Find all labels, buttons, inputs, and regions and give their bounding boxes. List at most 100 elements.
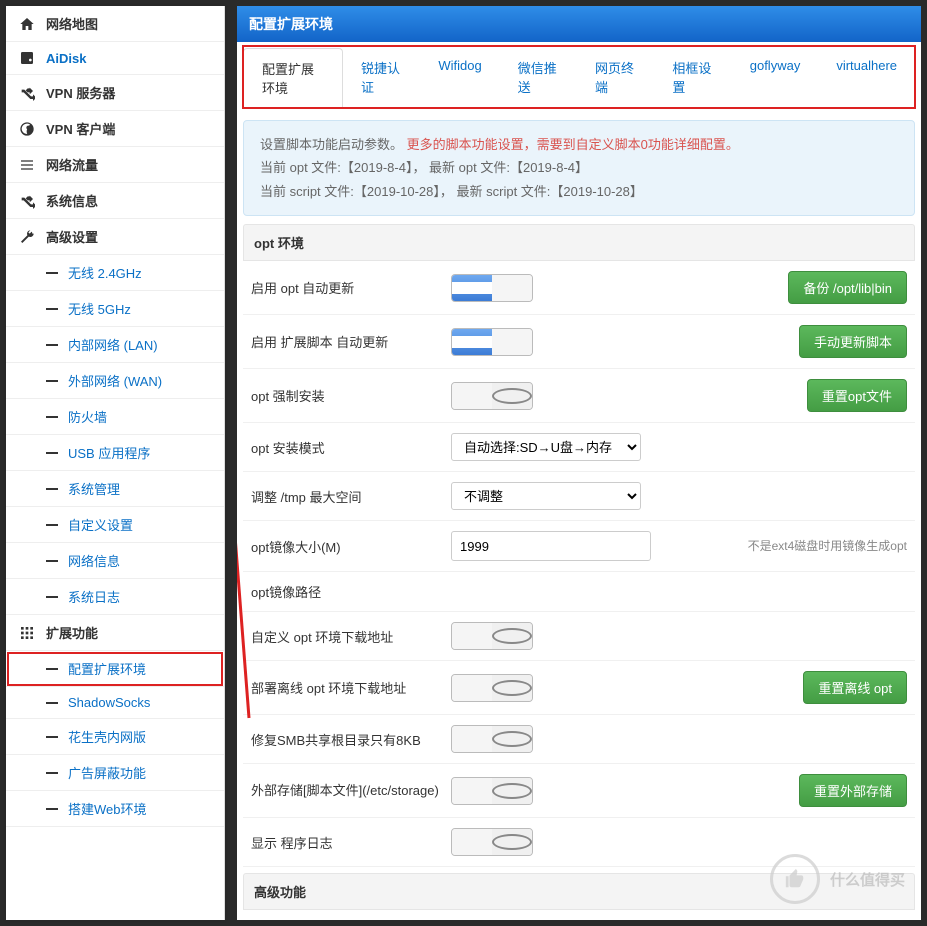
label-tmp-max: 调整 /tmp 最大空间: [251, 487, 451, 506]
notice-opt-version: 当前 opt 文件:【2019-8-4】， 最新 opt 文件:【2019-8-…: [260, 156, 898, 179]
tab-6[interactable]: goflyway: [732, 48, 819, 107]
toggle-opt-auto-update[interactable]: [451, 274, 533, 302]
select-tmp-max[interactable]: 不调整: [451, 482, 641, 510]
tab-2[interactable]: Wifidog: [420, 48, 499, 107]
sidebar-subitem-21[interactable]: 广告屏蔽功能: [6, 755, 224, 791]
sidebar-subitem-20[interactable]: 花生壳内网版: [6, 719, 224, 755]
sidebar-label: 系统日志: [68, 587, 120, 606]
sidebar-label: 无线 2.4GHz: [68, 263, 142, 282]
sidebar-item-4[interactable]: 网络流量: [6, 147, 224, 183]
reset-ext-storage-button[interactable]: 重置外部存储: [799, 774, 907, 807]
notice-box: 设置脚本功能启动参数。 更多的脚本功能设置，需要到自定义脚本0功能详细配置。 当…: [243, 120, 915, 216]
tab-4[interactable]: 网页终端: [577, 48, 654, 107]
tab-7[interactable]: virtualhere: [818, 48, 915, 107]
tab-5[interactable]: 相框设置: [654, 48, 731, 107]
wrench-icon: [18, 229, 36, 245]
sidebar-subitem-10[interactable]: 外部网络 (WAN): [6, 363, 224, 399]
sidebar-label: 自定义设置: [68, 515, 133, 534]
sidebar-subitem-11[interactable]: 防火墙: [6, 399, 224, 435]
shuffle-icon: [18, 193, 36, 209]
label-show-log: 显示 程序日志: [251, 833, 451, 852]
section-advanced: 高级功能: [243, 873, 915, 910]
sidebar-label: 花生壳内网版: [68, 727, 146, 746]
label-opt-install-mode: opt 安装模式: [251, 438, 451, 457]
sidebar-subitem-7[interactable]: 无线 2.4GHz: [6, 255, 224, 291]
sidebar-label: 防火墙: [68, 407, 107, 426]
hint-opt-img-size: 不是ext4磁盘时用镜像生成opt: [748, 537, 907, 555]
notice-warning: 更多的脚本功能设置，需要到自定义脚本0功能详细配置。: [407, 137, 739, 152]
sidebar-item-6[interactable]: 高级设置: [6, 219, 224, 255]
toggle-ext-storage[interactable]: [451, 777, 533, 805]
label-opt-img-path: opt镜像路径: [251, 582, 451, 601]
sidebar-label: 扩展功能: [46, 623, 98, 642]
sidebar-subitem-18[interactable]: 配置扩展环境: [6, 651, 224, 687]
toggle-deploy-offline[interactable]: [451, 674, 533, 702]
sidebar-label: 系统信息: [46, 191, 98, 210]
sidebar-item-1[interactable]: AiDisk: [6, 42, 224, 75]
label-deploy-offline: 部署离线 opt 环境下载地址: [251, 678, 451, 697]
sidebar-item-2[interactable]: VPN 服务器: [6, 75, 224, 111]
sidebar-label: 网络地图: [46, 14, 98, 33]
label-ext-storage: 外部存储[脚本文件](/etc/storage): [251, 782, 451, 800]
toggle-ext-script-auto-update[interactable]: [451, 328, 533, 356]
tab-0[interactable]: 配置扩展环境: [243, 48, 343, 108]
toggle-show-log[interactable]: [451, 828, 533, 856]
sidebar-label: 搭建Web环境: [68, 799, 147, 818]
page-title: 配置扩展环境: [237, 6, 921, 42]
sidebar-label: 外部网络 (WAN): [68, 371, 162, 390]
notice-script-version: 当前 script 文件:【2019-10-28】， 最新 script 文件:…: [260, 180, 898, 203]
sidebar-label: 系统管理: [68, 479, 120, 498]
sidebar-item-17[interactable]: 扩展功能: [6, 615, 224, 651]
tab-3[interactable]: 微信推送: [500, 48, 577, 107]
reset-offline-button[interactable]: 重置离线 opt: [803, 671, 907, 704]
sidebar-label: 内部网络 (LAN): [68, 335, 158, 354]
label-custom-opt-url: 自定义 opt 环境下载地址: [251, 627, 451, 646]
content-pane: 配置扩展环境 配置扩展环境锐捷认证Wifidog微信推送网页终端相框设置gofl…: [237, 6, 921, 920]
reset-opt-button[interactable]: 重置opt文件: [807, 379, 907, 412]
manual-update-button[interactable]: 手动更新脚本: [799, 325, 907, 358]
content-body: 设置脚本功能启动参数。 更多的脚本功能设置，需要到自定义脚本0功能详细配置。 当…: [237, 108, 921, 920]
bars-icon: [18, 157, 36, 173]
sidebar-subitem-19[interactable]: ShadowSocks: [6, 687, 224, 719]
tab-bar: 配置扩展环境锐捷认证Wifidog微信推送网页终端相框设置goflywayvir…: [243, 46, 915, 108]
input-opt-img-size[interactable]: [451, 531, 651, 561]
sidebar-label: 高级设置: [46, 227, 98, 246]
backup-button[interactable]: 备份 /opt/lib|bin: [788, 271, 907, 304]
sidebar-label: ShadowSocks: [68, 695, 150, 710]
sidebar-label: 配置扩展环境: [68, 659, 146, 678]
label-fix-smb: 修复SMB共享根目录只有8KB: [251, 730, 451, 749]
globe-icon: [18, 121, 36, 137]
section-opt-env: opt 环境: [243, 224, 915, 261]
shuffle-icon: [18, 85, 36, 101]
home-icon: [18, 16, 36, 32]
sidebar-label: VPN 客户端: [46, 119, 115, 138]
notice-text: 设置脚本功能启动参数。: [260, 137, 403, 152]
sidebar-subitem-12[interactable]: USB 应用程序: [6, 435, 224, 471]
sidebar-subitem-22[interactable]: 搭建Web环境: [6, 791, 224, 827]
label-opt-img-size: opt镜像大小(M): [251, 537, 451, 556]
sidebar-label: 无线 5GHz: [68, 299, 131, 318]
toggle-fix-smb[interactable]: [451, 725, 533, 753]
sidebar-subitem-13[interactable]: 系统管理: [6, 471, 224, 507]
grid-icon: [18, 625, 36, 641]
label-opt-force-install: opt 强制安装: [251, 386, 451, 405]
sidebar-item-5[interactable]: 系统信息: [6, 183, 224, 219]
toggle-opt-force-install[interactable]: [451, 382, 533, 410]
sidebar-subitem-14[interactable]: 自定义设置: [6, 507, 224, 543]
tab-1[interactable]: 锐捷认证: [343, 48, 420, 107]
label-ext-script-auto-update: 启用 扩展脚本 自动更新: [251, 332, 451, 351]
sidebar-subitem-15[interactable]: 网络信息: [6, 543, 224, 579]
sidebar-label: 广告屏蔽功能: [68, 763, 146, 782]
sidebar-item-3[interactable]: VPN 客户端: [6, 111, 224, 147]
sidebar-subitem-16[interactable]: 系统日志: [6, 579, 224, 615]
toggle-custom-opt-url[interactable]: [451, 622, 533, 650]
sidebar-label: VPN 服务器: [46, 83, 115, 102]
sidebar-label: 网络信息: [68, 551, 120, 570]
sidebar-subitem-9[interactable]: 内部网络 (LAN): [6, 327, 224, 363]
sidebar-label: AiDisk: [46, 51, 86, 66]
sidebar-subitem-8[interactable]: 无线 5GHz: [6, 291, 224, 327]
sidebar-label: USB 应用程序: [68, 443, 150, 462]
sidebar-item-0[interactable]: 网络地图: [6, 6, 224, 42]
select-install-mode[interactable]: 自动选择:SD→U盘→内存: [451, 433, 641, 461]
label-opt-auto-update: 启用 opt 自动更新: [251, 278, 451, 297]
